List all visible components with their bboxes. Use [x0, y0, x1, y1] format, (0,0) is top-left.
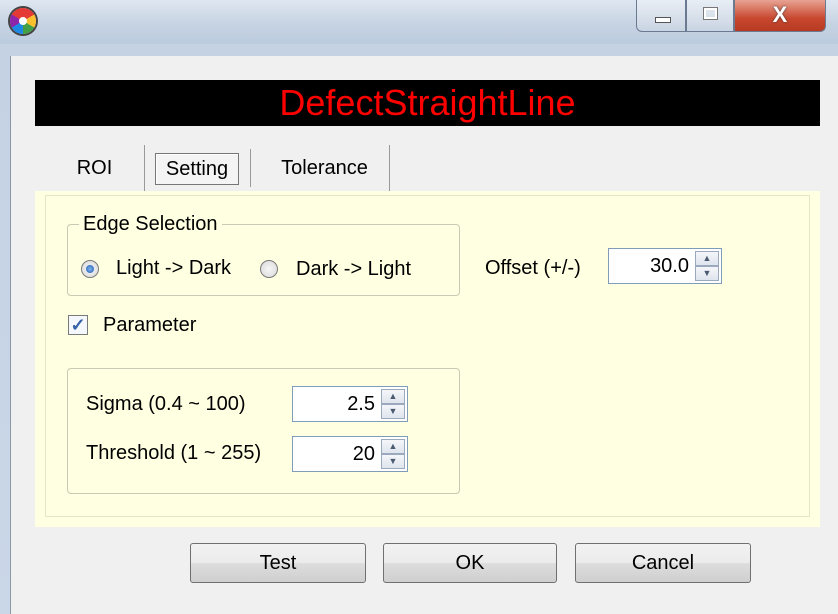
tab-divider: [250, 149, 251, 187]
parameter-label[interactable]: Parameter: [103, 314, 196, 337]
minimize-icon: [655, 17, 671, 23]
banner-title: DefectStraightLine: [35, 80, 820, 126]
close-button[interactable]: X: [734, 0, 826, 32]
maximize-icon: [703, 7, 718, 20]
threshold-spinbox[interactable]: 20 ▲ ▼: [292, 436, 408, 472]
edge-selection-legend: Edge Selection: [79, 213, 222, 236]
radio-light-to-dark-label[interactable]: Light -> Dark: [116, 257, 231, 280]
threshold-value[interactable]: 20: [353, 437, 375, 471]
sigma-spinbox[interactable]: 2.5 ▲ ▼: [292, 386, 408, 422]
cancel-button[interactable]: Cancel: [575, 543, 751, 583]
radio-light-to-dark[interactable]: [81, 260, 99, 278]
offset-spin-down-arrow-icon[interactable]: ▼: [695, 266, 719, 281]
ok-button[interactable]: OK: [383, 543, 557, 583]
offset-spinbox[interactable]: 30.0 ▲ ▼: [608, 248, 722, 284]
tab-roi[interactable]: ROI: [45, 145, 145, 191]
radio-dark-to-light[interactable]: [260, 260, 278, 278]
sigma-value[interactable]: 2.5: [347, 387, 375, 421]
sigma-spin-up-arrow-icon[interactable]: ▲: [381, 389, 405, 404]
parameter-checkbox[interactable]: ✓: [68, 315, 88, 335]
radio-dark-to-light-label[interactable]: Dark -> Light: [296, 258, 411, 281]
offset-value[interactable]: 30.0: [650, 249, 689, 283]
tab-tolerance[interactable]: Tolerance: [260, 145, 390, 191]
offset-label: Offset (+/-): [485, 257, 581, 279]
tab-strip: ROI Setting Tolerance: [35, 145, 820, 191]
threshold-label: Threshold (1 ~ 255): [86, 442, 262, 464]
title-bar: X: [0, 0, 838, 44]
close-icon: X: [772, 2, 788, 27]
minimize-button[interactable]: [636, 0, 686, 32]
offset-spin-up-arrow-icon[interactable]: ▲: [695, 251, 719, 266]
sigma-spin-down-arrow-icon[interactable]: ▼: [381, 404, 405, 419]
test-button[interactable]: Test: [190, 543, 366, 583]
threshold-spin-down-arrow-icon[interactable]: ▼: [381, 454, 405, 469]
app-icon[interactable]: [10, 8, 36, 34]
threshold-spin-up-arrow-icon[interactable]: ▲: [381, 439, 405, 454]
sigma-label: Sigma (0.4 ~ 100): [86, 393, 246, 415]
tab-setting[interactable]: Setting: [155, 153, 239, 185]
maximize-button: [686, 0, 734, 32]
